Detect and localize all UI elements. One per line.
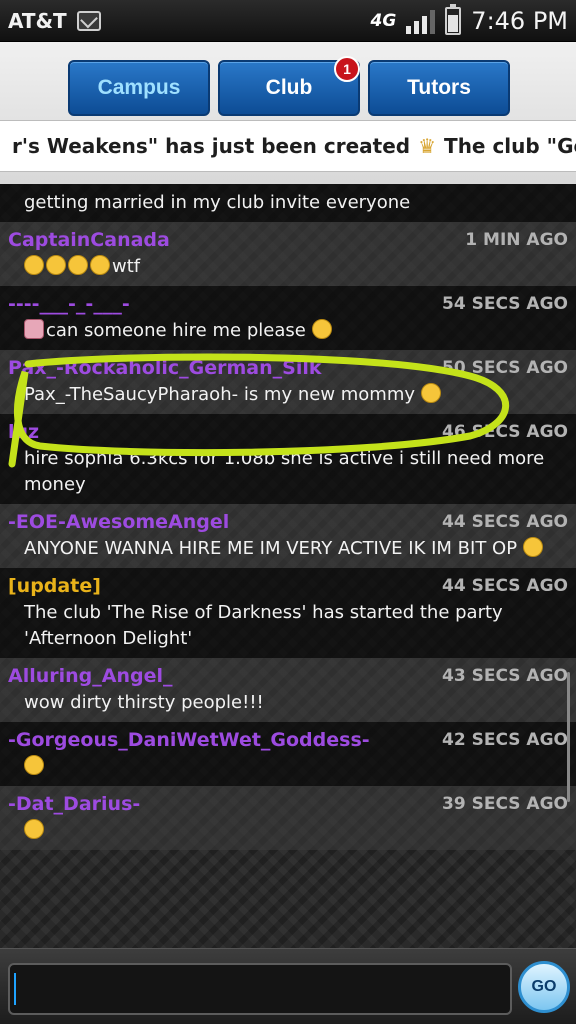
- message-username[interactable]: Pax_-Rockaholic_German_Silk: [8, 357, 322, 379]
- emoji-icon: [46, 255, 66, 275]
- message-text: getting married in my club invite everyo…: [24, 192, 411, 213]
- message-body: wow dirty thirsty people!!!: [8, 690, 568, 716]
- message-text: wow dirty thirsty people!!!: [24, 692, 264, 713]
- message-body: can someone hire me please: [8, 318, 568, 344]
- message-timestamp: 42 SECS AGO: [442, 730, 568, 750]
- chat-feed[interactable]: getting married in my club invite everyo…: [0, 184, 576, 948]
- chat-message[interactable]: Alluring_Angel_ 43 SECS AGO wow dirty thir…: [0, 658, 576, 722]
- message-body: wtf: [8, 254, 568, 280]
- carrier-label: AT&T: [8, 8, 67, 33]
- message-body: ANYONE WANNA HIRE ME IM VERY ACTIVE IK I…: [8, 536, 568, 562]
- send-label: GO: [531, 978, 557, 995]
- message-body: [8, 818, 568, 844]
- message-username[interactable]: luz: [8, 421, 39, 443]
- message-username[interactable]: [update]: [8, 575, 101, 597]
- message-username[interactable]: -EOE-AwesomeAngel: [8, 511, 229, 533]
- message-username[interactable]: ----___-_-___-: [8, 293, 130, 315]
- message-text: hire sophia 6.3kcs for 1.08b she is acti…: [24, 448, 545, 495]
- emoji-icon: [24, 255, 44, 275]
- tab-label: Campus: [97, 76, 181, 99]
- tab-club[interactable]: Club 1: [218, 56, 360, 116]
- app-header: Campus Club 1 Tutors r's Weakens" has ju…: [0, 42, 576, 184]
- message-text: ANYONE WANNA HIRE ME IM VERY ACTIVE IK I…: [24, 538, 518, 559]
- message-timestamp: 44 SECS AGO: [442, 512, 568, 532]
- emoji-icon: [24, 319, 44, 339]
- message-body: hire sophia 6.3kcs for 1.08b she is acti…: [8, 446, 568, 498]
- message-timestamp: 46 SECS AGO: [442, 422, 568, 442]
- message-username[interactable]: -Gorgeous_DaniWetWet_Goddess-: [8, 729, 370, 751]
- message-icon: [76, 10, 101, 31]
- crown-icon: ♛: [418, 134, 437, 158]
- chat-message[interactable]: -Dat_Darius- 39 SECS AGO: [0, 786, 576, 850]
- chat-message[interactable]: luz 46 SECS AGO hire sophia 6.3kcs for 1.0…: [0, 414, 576, 504]
- scrollbar[interactable]: [567, 672, 570, 802]
- message-text: wtf: [112, 256, 141, 277]
- emoji-icon: [24, 819, 44, 839]
- tab-tutors[interactable]: Tutors: [368, 60, 510, 116]
- tab-campus[interactable]: Campus: [68, 60, 210, 116]
- emoji-icon: [68, 255, 88, 275]
- send-button[interactable]: GO: [518, 961, 570, 1013]
- message-timestamp: 44 SECS AGO: [442, 576, 568, 596]
- tab-label: Tutors: [407, 76, 471, 99]
- chat-message[interactable]: Pax_-Rockaholic_German_Silk 50 SECS AGO Pa…: [0, 350, 576, 414]
- ticker-text-left: r's Weakens" has just been created: [12, 134, 411, 158]
- tab-label: Club: [265, 76, 313, 99]
- emoji-icon: [90, 255, 110, 275]
- message-username[interactable]: -Dat_Darius-: [8, 793, 140, 815]
- emoji-icon: [311, 319, 332, 339]
- message-timestamp: 54 SECS AGO: [442, 294, 568, 314]
- message-timestamp: 43 SECS AGO: [442, 666, 568, 686]
- message-username[interactable]: CaptainCanada: [8, 229, 170, 251]
- chat-message[interactable]: CaptainCanada 1 MIN AGO wtf: [0, 222, 576, 286]
- chat-message[interactable]: getting married in my club invite everyo…: [0, 184, 576, 222]
- status-icons: 4G 7:46 PM: [370, 3, 568, 35]
- input-bar: GO: [0, 948, 576, 1024]
- battery-icon: [445, 3, 462, 35]
- message-text: Pax_-TheSaucyPharaoh- is my new mommy: [24, 384, 416, 405]
- message-timestamp: 1 MIN AGO: [465, 230, 568, 250]
- tab-bar: Campus Club 1 Tutors: [68, 56, 510, 116]
- message-text: can someone hire me please: [46, 320, 306, 341]
- chat-message[interactable]: [update] 44 SECS AGO The club 'The Rise of…: [0, 568, 576, 658]
- emoji-icon: [523, 537, 544, 557]
- chat-message[interactable]: -Gorgeous_DaniWetWet_Goddess- 42 SECS AGO: [0, 722, 576, 786]
- status-bar: AT&T 4G 7:46 PM: [0, 0, 576, 42]
- text-cursor: [14, 973, 16, 1005]
- ticker-text-right: The club "Getti: [444, 134, 576, 158]
- clock: 7:46 PM: [471, 6, 568, 35]
- emoji-icon: [24, 755, 44, 775]
- message-body: The club 'The Rise of Darkness' has star…: [8, 600, 568, 652]
- chat-message[interactable]: ----___-_-___- 54 SECS AGO can someone hir…: [0, 286, 576, 350]
- message-body: Pax_-TheSaucyPharaoh- is my new mommy: [8, 382, 568, 408]
- message-body: getting married in my club invite everyo…: [8, 190, 568, 216]
- message-text: The club 'The Rise of Darkness' has star…: [24, 602, 503, 649]
- message-username[interactable]: Alluring_Angel_: [8, 665, 173, 687]
- notification-badge: 1: [334, 56, 360, 82]
- chat-input[interactable]: [8, 963, 512, 1015]
- network-type-label: 4G: [370, 10, 397, 31]
- emoji-icon: [421, 383, 442, 403]
- message-timestamp: 39 SECS AGO: [442, 794, 568, 814]
- signal-icon: [406, 8, 436, 34]
- chat-message[interactable]: -EOE-AwesomeAngel 44 SECS AGO ANYONE WANNA…: [0, 504, 576, 568]
- message-timestamp: 50 SECS AGO: [442, 358, 568, 378]
- message-body: [8, 754, 568, 780]
- news-ticker[interactable]: r's Weakens" has just been created ♛ The…: [0, 120, 576, 172]
